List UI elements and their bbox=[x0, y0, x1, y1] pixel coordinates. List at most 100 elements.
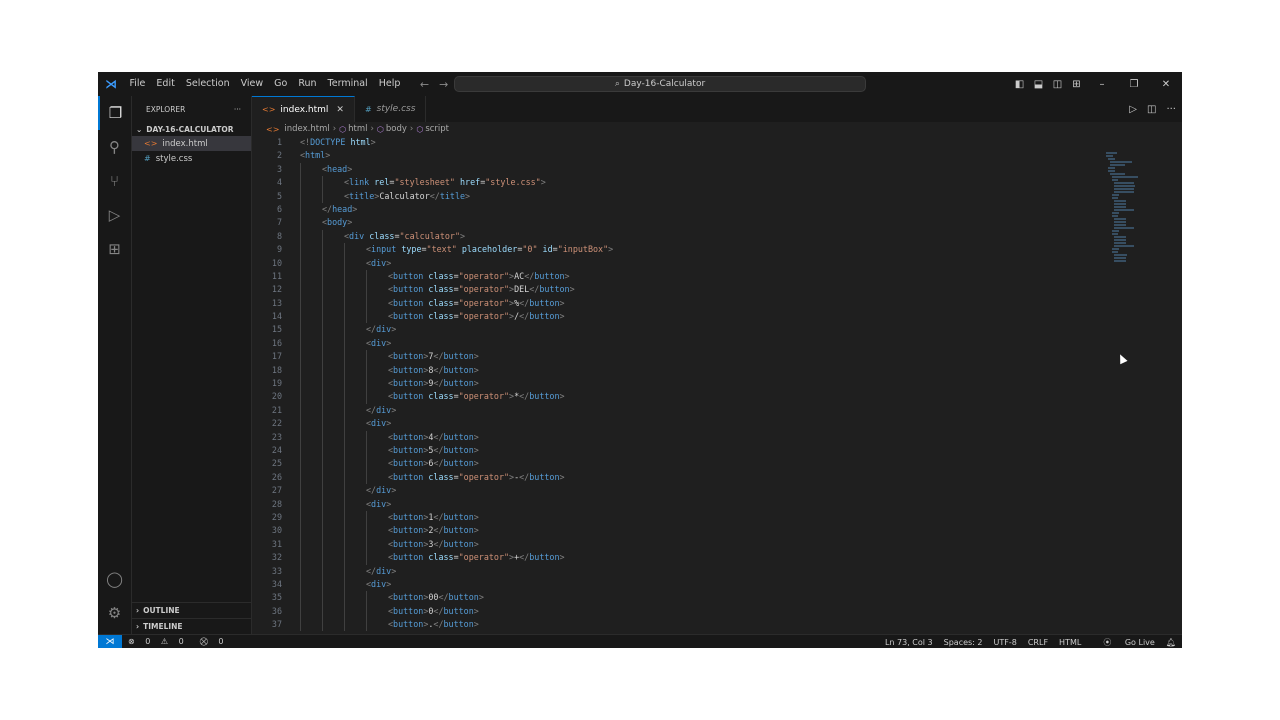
code-line[interactable]: 31 <button>3</button> bbox=[252, 537, 1112, 552]
code-line[interactable]: 29 <button>1</button> bbox=[252, 510, 1112, 525]
menu-file[interactable]: File bbox=[124, 72, 151, 96]
code-line[interactable]: 15 </div> bbox=[252, 323, 1112, 337]
menu-selection[interactable]: Selection bbox=[180, 72, 235, 96]
code-line[interactable]: 7 <body> bbox=[252, 216, 1112, 230]
code-token: > bbox=[386, 418, 392, 429]
notifications-bell-icon[interactable]: 🔔︎ bbox=[1166, 638, 1176, 647]
indent-guide bbox=[322, 283, 323, 297]
breadcrumb-item[interactable]: index.html bbox=[284, 124, 329, 134]
code-line[interactable]: 12 <button class="operator">DEL</button> bbox=[252, 283, 1112, 297]
explorer-icon[interactable]: ❐ bbox=[98, 96, 131, 130]
indent-guide bbox=[300, 243, 301, 257]
timeline-section[interactable]: › TIMELINE bbox=[132, 618, 251, 633]
code-line[interactable]: 13 <button class="operator">%</button> bbox=[252, 296, 1112, 311]
code-line[interactable]: 8 <div class="calculator"> bbox=[252, 229, 1112, 244]
code-line[interactable]: 20 <button class="operator">*</button> bbox=[252, 390, 1112, 404]
code-token: div bbox=[376, 324, 392, 335]
code-line[interactable]: 17 <button>7</button> bbox=[252, 350, 1112, 364]
close-window-icon[interactable]: ✕ bbox=[1150, 79, 1182, 90]
code-line[interactable]: 32 <button class="operator">+</button> bbox=[252, 551, 1112, 565]
code-line[interactable]: 9 <input type="text" placeholder="0" id="… bbox=[252, 243, 1112, 257]
folder-root[interactable]: ⌄ DAY-16-CALCULATOR bbox=[132, 122, 251, 136]
line-ending[interactable]: CRLF bbox=[1028, 638, 1048, 647]
command-center-search[interactable]: ⌕ Day-16-Calculator bbox=[454, 76, 866, 92]
code-line[interactable]: 16 <div> bbox=[252, 336, 1112, 351]
minimap-line bbox=[1112, 233, 1119, 235]
breadcrumb-item[interactable]: script bbox=[425, 124, 449, 134]
problems-indicator[interactable]: ⊗ 0 ⚠ 0 bbox=[128, 637, 192, 646]
cursor-position[interactable]: Ln 73, Col 3 bbox=[885, 638, 933, 647]
toggle-secondary-sidebar-icon[interactable]: ◫ bbox=[1048, 79, 1067, 90]
file-item-index-html[interactable]: <> index.html bbox=[132, 136, 251, 151]
settings-gear-icon[interactable]: ⚙ bbox=[98, 596, 131, 630]
encoding[interactable]: UTF-8 bbox=[994, 638, 1017, 647]
extensions-icon[interactable]: ⊞ bbox=[98, 232, 131, 266]
breadcrumb-item[interactable]: html bbox=[348, 124, 367, 134]
toggle-sidebar-icon[interactable]: ◧ bbox=[1010, 79, 1029, 90]
menu-help[interactable]: Help bbox=[373, 72, 406, 96]
code-line[interactable]: 23 <button>4</button> bbox=[252, 430, 1112, 444]
indent-guide bbox=[322, 390, 323, 404]
menu-go[interactable]: Go bbox=[269, 72, 293, 96]
customize-layout-icon[interactable]: ⊞ bbox=[1067, 79, 1086, 90]
menu-view[interactable]: View bbox=[235, 72, 269, 96]
code-line[interactable]: 2 <html> bbox=[252, 149, 1112, 162]
code-line[interactable]: 6 </head> bbox=[252, 202, 1112, 217]
back-arrow-icon[interactable]: ← bbox=[420, 78, 429, 91]
tab-style-css[interactable]: # style.css bbox=[355, 96, 427, 122]
restore-icon[interactable]: ❐ bbox=[1118, 79, 1150, 90]
vertical-scrollbar[interactable] bbox=[1174, 136, 1180, 634]
indentation[interactable]: Spaces: 2 bbox=[944, 638, 983, 647]
menu-edit[interactable]: Edit bbox=[151, 72, 180, 96]
more-actions-icon[interactable]: ··· bbox=[1166, 104, 1176, 115]
close-tab-icon[interactable]: ✕ bbox=[336, 105, 344, 115]
ports-indicator[interactable]: ⛒ 0 bbox=[200, 637, 232, 647]
code-line[interactable]: 26 <button class="operator">-</button> bbox=[252, 470, 1112, 485]
code-line[interactable]: 4 <link rel="stylesheet" href="style.css"… bbox=[252, 176, 1112, 190]
breadcrumb-item[interactable]: body bbox=[386, 124, 407, 134]
code-token: div bbox=[371, 337, 387, 348]
code-line[interactable]: 28 <div> bbox=[252, 497, 1112, 511]
account-icon[interactable]: ◯ bbox=[98, 562, 131, 596]
minimap-line bbox=[1106, 152, 1117, 154]
forward-arrow-icon[interactable]: → bbox=[439, 78, 448, 91]
tab-index-html[interactable]: <> index.html ✕ bbox=[252, 96, 355, 122]
code-line[interactable]: 30 <button>2</button> bbox=[252, 524, 1112, 538]
code-line[interactable]: 1 <!DOCTYPE html> bbox=[252, 136, 1112, 149]
code-line[interactable]: 33 </div> bbox=[252, 564, 1112, 578]
menu-run[interactable]: Run bbox=[293, 72, 322, 96]
code-line[interactable]: 14 <button class="operator">/</button> bbox=[252, 310, 1112, 324]
toggle-panel-icon[interactable]: ⬓ bbox=[1029, 79, 1048, 90]
split-editor-icon[interactable]: ◫ bbox=[1147, 104, 1156, 115]
go-live-button[interactable]: ⦿ Go Live bbox=[1092, 637, 1155, 648]
code-line[interactable]: 37 <button>.</button> bbox=[252, 618, 1112, 632]
file-item-style-css[interactable]: # style.css bbox=[132, 151, 251, 166]
code-line[interactable]: 18 <button>8</button> bbox=[252, 363, 1112, 378]
code-line[interactable]: 10 <div> bbox=[252, 256, 1112, 270]
code-line[interactable]: 3 <head> bbox=[252, 162, 1112, 177]
language-mode[interactable]: HTML bbox=[1059, 638, 1081, 647]
search-view-icon[interactable]: ⚲ bbox=[98, 130, 131, 164]
outline-section[interactable]: › OUTLINE bbox=[132, 602, 251, 617]
code-line[interactable]: 34 <div> bbox=[252, 577, 1112, 592]
code-line[interactable]: 22 <div> bbox=[252, 417, 1112, 431]
remote-indicator-icon[interactable]: ⋊ bbox=[98, 634, 122, 648]
code-line[interactable]: 5 <title>Calculator</title> bbox=[252, 189, 1112, 203]
source-control-icon[interactable]: ⑂ bbox=[98, 164, 131, 198]
code-line[interactable]: 36 <button>0</button> bbox=[252, 604, 1112, 619]
menu-terminal[interactable]: Terminal bbox=[322, 72, 373, 96]
code-line[interactable]: 11 <button class="operator">AC</button> bbox=[252, 269, 1112, 284]
more-actions-icon[interactable]: ··· bbox=[234, 105, 241, 114]
indent-guide bbox=[300, 363, 301, 378]
code-line[interactable]: 27 </div> bbox=[252, 484, 1112, 498]
code-line[interactable]: 24 <button>5</button> bbox=[252, 443, 1112, 458]
code-line[interactable]: 25 <button>6</button> bbox=[252, 457, 1112, 471]
minimap[interactable] bbox=[1106, 152, 1144, 262]
code-editor[interactable]: 1 <!DOCTYPE html> 2 <html> 3 <head> 4 <link rel… bbox=[252, 136, 1112, 634]
minimize-icon[interactable]: – bbox=[1086, 79, 1118, 90]
run-debug-icon[interactable]: ▷ bbox=[98, 198, 131, 232]
code-line[interactable]: 21 </div> bbox=[252, 403, 1112, 418]
run-icon[interactable]: ▷ bbox=[1129, 104, 1137, 115]
code-line[interactable]: 19 <button>9</button> bbox=[252, 377, 1112, 391]
code-line[interactable]: 35 <button>00</button> bbox=[252, 591, 1112, 605]
